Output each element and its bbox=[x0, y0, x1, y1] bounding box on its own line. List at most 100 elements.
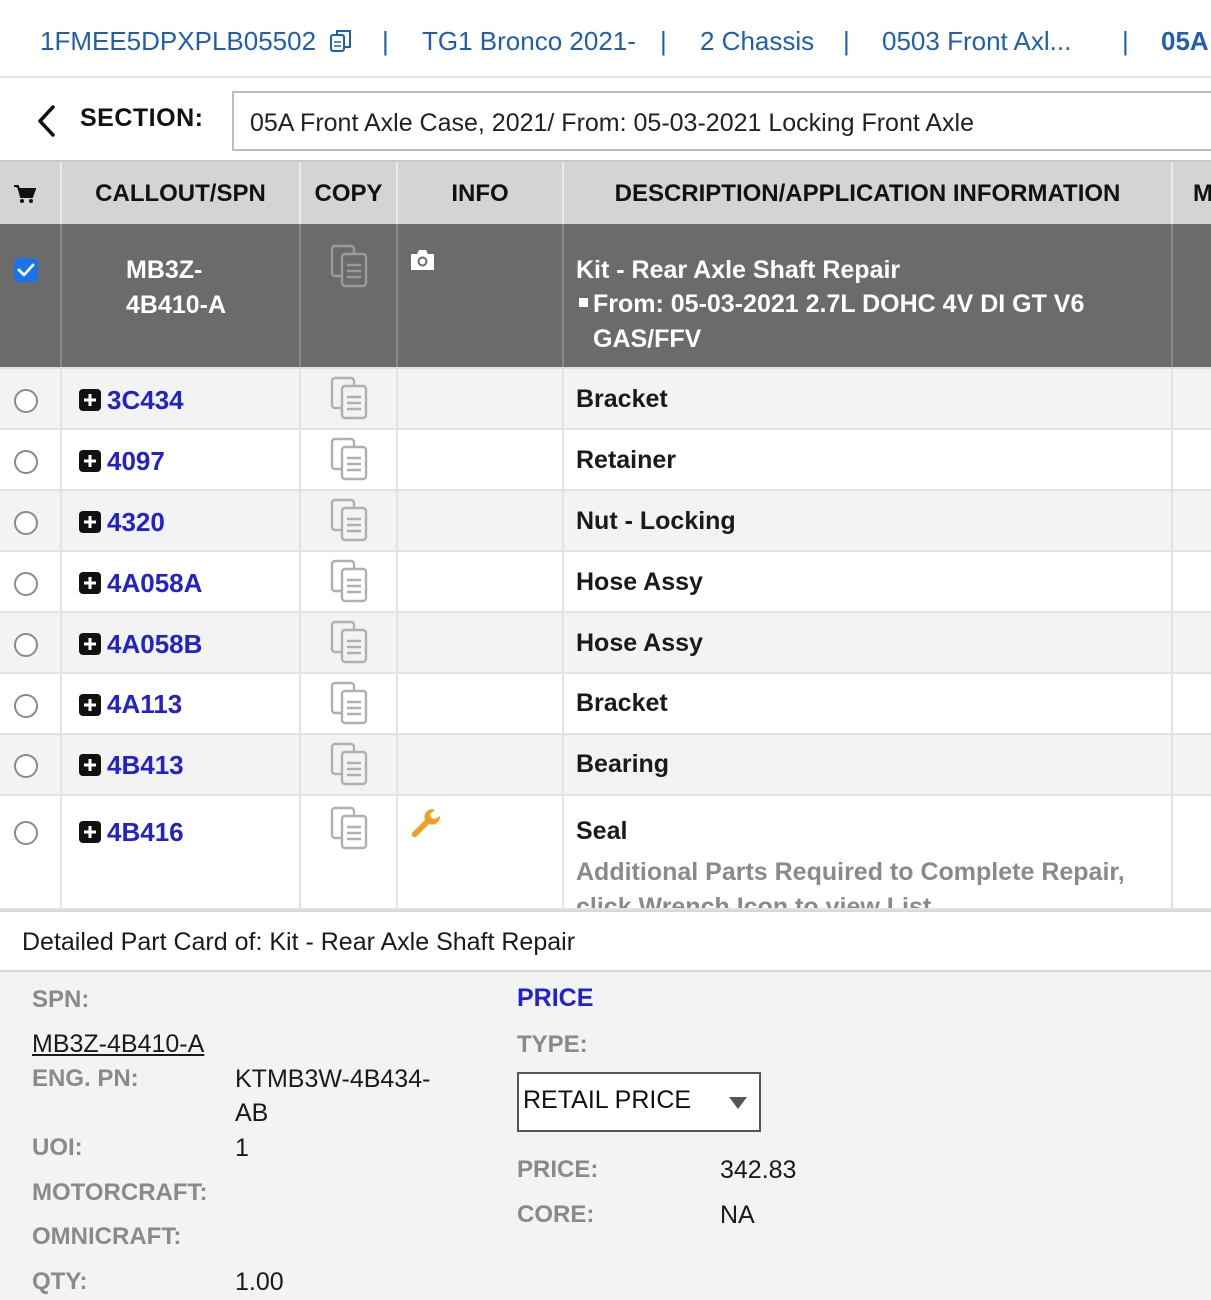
row-note: Additional Parts Required to Complete Re… bbox=[576, 858, 1125, 886]
spn-link[interactable]: 4B413 bbox=[107, 750, 184, 781]
document-copy-icon[interactable] bbox=[330, 742, 370, 786]
cell-info bbox=[398, 224, 564, 367]
uoi-value: 1 bbox=[235, 1134, 249, 1162]
header-callout[interactable]: CALLOUT/SPN bbox=[62, 162, 301, 226]
section-dropdown[interactable]: 05A Front Axle Case, 2021/ From: 05-03-2… bbox=[232, 91, 1198, 151]
row-description: Bracket bbox=[576, 385, 668, 413]
cell-info bbox=[398, 491, 564, 550]
plus-box-icon[interactable] bbox=[79, 450, 101, 472]
cell-info bbox=[398, 552, 564, 611]
cell-info bbox=[398, 369, 564, 428]
row-checkbox[interactable] bbox=[14, 821, 38, 845]
section-dropdown-edge bbox=[1196, 91, 1211, 151]
breadcrumb-separator: | bbox=[1122, 26, 1129, 56]
cart-icon bbox=[14, 185, 36, 203]
cell-spn bbox=[62, 796, 301, 908]
spn-link[interactable]: 4097 bbox=[107, 446, 165, 477]
document-copy-icon[interactable] bbox=[330, 244, 370, 288]
header-info: INFO bbox=[398, 162, 564, 226]
cell-info bbox=[398, 674, 564, 733]
row-checkbox[interactable] bbox=[14, 389, 38, 413]
header-cart bbox=[0, 162, 62, 226]
selected-desc-title: Kit - Rear Axle Shaft Repair bbox=[576, 256, 901, 284]
breadcrumb-model[interactable]: TG1 Bronco 2021- bbox=[422, 24, 636, 58]
camera-icon[interactable] bbox=[409, 249, 436, 271]
cell-desc bbox=[564, 796, 1173, 908]
plus-box-icon[interactable] bbox=[79, 821, 101, 843]
eng-pn-value-cont: AB bbox=[235, 1099, 269, 1127]
document-copy-icon[interactable] bbox=[330, 376, 370, 420]
spn-label: SPN: bbox=[32, 986, 90, 1013]
plus-box-icon[interactable] bbox=[79, 389, 101, 411]
breadcrumb-category[interactable]: 2 Chassis bbox=[700, 24, 814, 58]
header-copy: COPY bbox=[301, 162, 398, 226]
cell-info bbox=[398, 613, 564, 672]
breadcrumb-vin[interactable]: 1FMEE5DPXPLB05502 bbox=[40, 24, 316, 58]
plus-box-icon[interactable] bbox=[79, 511, 101, 533]
selected-desc-line2: From: 05-03-2021 2.7L DOHC 4V DI GT V6 bbox=[593, 290, 1085, 318]
eng-pn-label: ENG. PN: bbox=[32, 1065, 139, 1092]
omnicraft-label: OMNICRAFT: bbox=[32, 1223, 182, 1250]
price-type-selected: RETAIL PRICE bbox=[523, 1086, 692, 1114]
table-header: CALLOUT/SPN COPY INFO DESCRIPTION/APPLIC… bbox=[0, 160, 1211, 226]
plus-box-icon[interactable] bbox=[79, 572, 101, 594]
row-description: Hose Assy bbox=[576, 629, 703, 657]
table-row[interactable]: Additional Parts Required to Complete Re… bbox=[0, 796, 1211, 910]
row-checkbox[interactable] bbox=[14, 572, 38, 596]
spn-link[interactable]: 4B416 bbox=[107, 817, 184, 848]
breadcrumb-separator: | bbox=[843, 26, 850, 56]
selected-desc-line3: GAS/FFV bbox=[593, 325, 702, 353]
row-description: Bearing bbox=[576, 750, 670, 778]
row-checkbox[interactable] bbox=[14, 511, 38, 535]
breadcrumb-separator: | bbox=[382, 26, 389, 56]
document-copy-icon[interactable] bbox=[330, 498, 370, 542]
row-checkbox[interactable] bbox=[14, 450, 38, 474]
detail-card-body bbox=[0, 972, 1211, 1300]
row-checkbox[interactable] bbox=[14, 633, 38, 657]
row-checkbox[interactable] bbox=[14, 754, 38, 778]
detail-card-title: Detailed Part Card of: Kit - Rear Axle S… bbox=[22, 928, 576, 956]
wrench-icon[interactable] bbox=[408, 806, 442, 840]
row-description: Seal bbox=[576, 817, 628, 845]
breadcrumb-section[interactable]: 05A bbox=[1161, 24, 1209, 58]
caret-down-icon bbox=[729, 1097, 747, 1109]
core-value: NA bbox=[720, 1201, 755, 1229]
checkbox-checked-icon[interactable] bbox=[14, 258, 38, 282]
breadcrumb-group[interactable]: 0503 Front Axl... bbox=[882, 24, 1071, 58]
spn-link[interactable]: 4A058B bbox=[107, 629, 202, 660]
spn-link[interactable]: 4A058A bbox=[107, 568, 202, 599]
section-label: SECTION: bbox=[80, 104, 204, 132]
document-copy-icon[interactable] bbox=[330, 437, 370, 481]
motorcraft-label: MOTORCRAFT: bbox=[32, 1179, 208, 1206]
spn-value-link[interactable]: MB3Z-4B410-A bbox=[32, 1030, 204, 1059]
row-description: Retainer bbox=[576, 446, 677, 474]
selected-spn-line1: MB3Z- bbox=[126, 256, 203, 284]
document-copy-icon[interactable] bbox=[330, 681, 370, 725]
chevron-left-icon[interactable] bbox=[34, 104, 58, 138]
breadcrumb-separator: | bbox=[660, 26, 667, 56]
document-copy-icon[interactable] bbox=[330, 620, 370, 664]
price-heading: PRICE bbox=[517, 984, 594, 1012]
document-copy-icon[interactable] bbox=[330, 559, 370, 603]
document-copy-icon[interactable] bbox=[330, 806, 370, 850]
qty-label: QTY: bbox=[32, 1268, 88, 1295]
spn-link[interactable]: 3C434 bbox=[107, 385, 184, 416]
row-note-line2: click Wrench Icon to view List bbox=[576, 893, 932, 910]
copy-icon[interactable] bbox=[328, 28, 354, 54]
core-label: CORE: bbox=[517, 1201, 595, 1228]
plus-box-icon[interactable] bbox=[79, 633, 101, 655]
row-description: Nut - Locking bbox=[576, 507, 736, 535]
spn-link[interactable]: 4A113 bbox=[107, 689, 182, 720]
uoi-label: UOI: bbox=[32, 1134, 83, 1161]
price-label: PRICE: bbox=[517, 1156, 599, 1183]
cell-select bbox=[0, 224, 62, 367]
cell-info bbox=[398, 430, 564, 489]
cell-info bbox=[398, 735, 564, 794]
plus-box-icon[interactable] bbox=[79, 754, 101, 776]
price-value: 342.83 bbox=[720, 1156, 797, 1184]
cell-select bbox=[0, 796, 62, 908]
spn-link[interactable]: 4320 bbox=[107, 507, 165, 538]
row-description: Hose Assy bbox=[576, 568, 703, 596]
plus-box-icon[interactable] bbox=[79, 694, 101, 716]
row-checkbox[interactable] bbox=[14, 694, 38, 718]
